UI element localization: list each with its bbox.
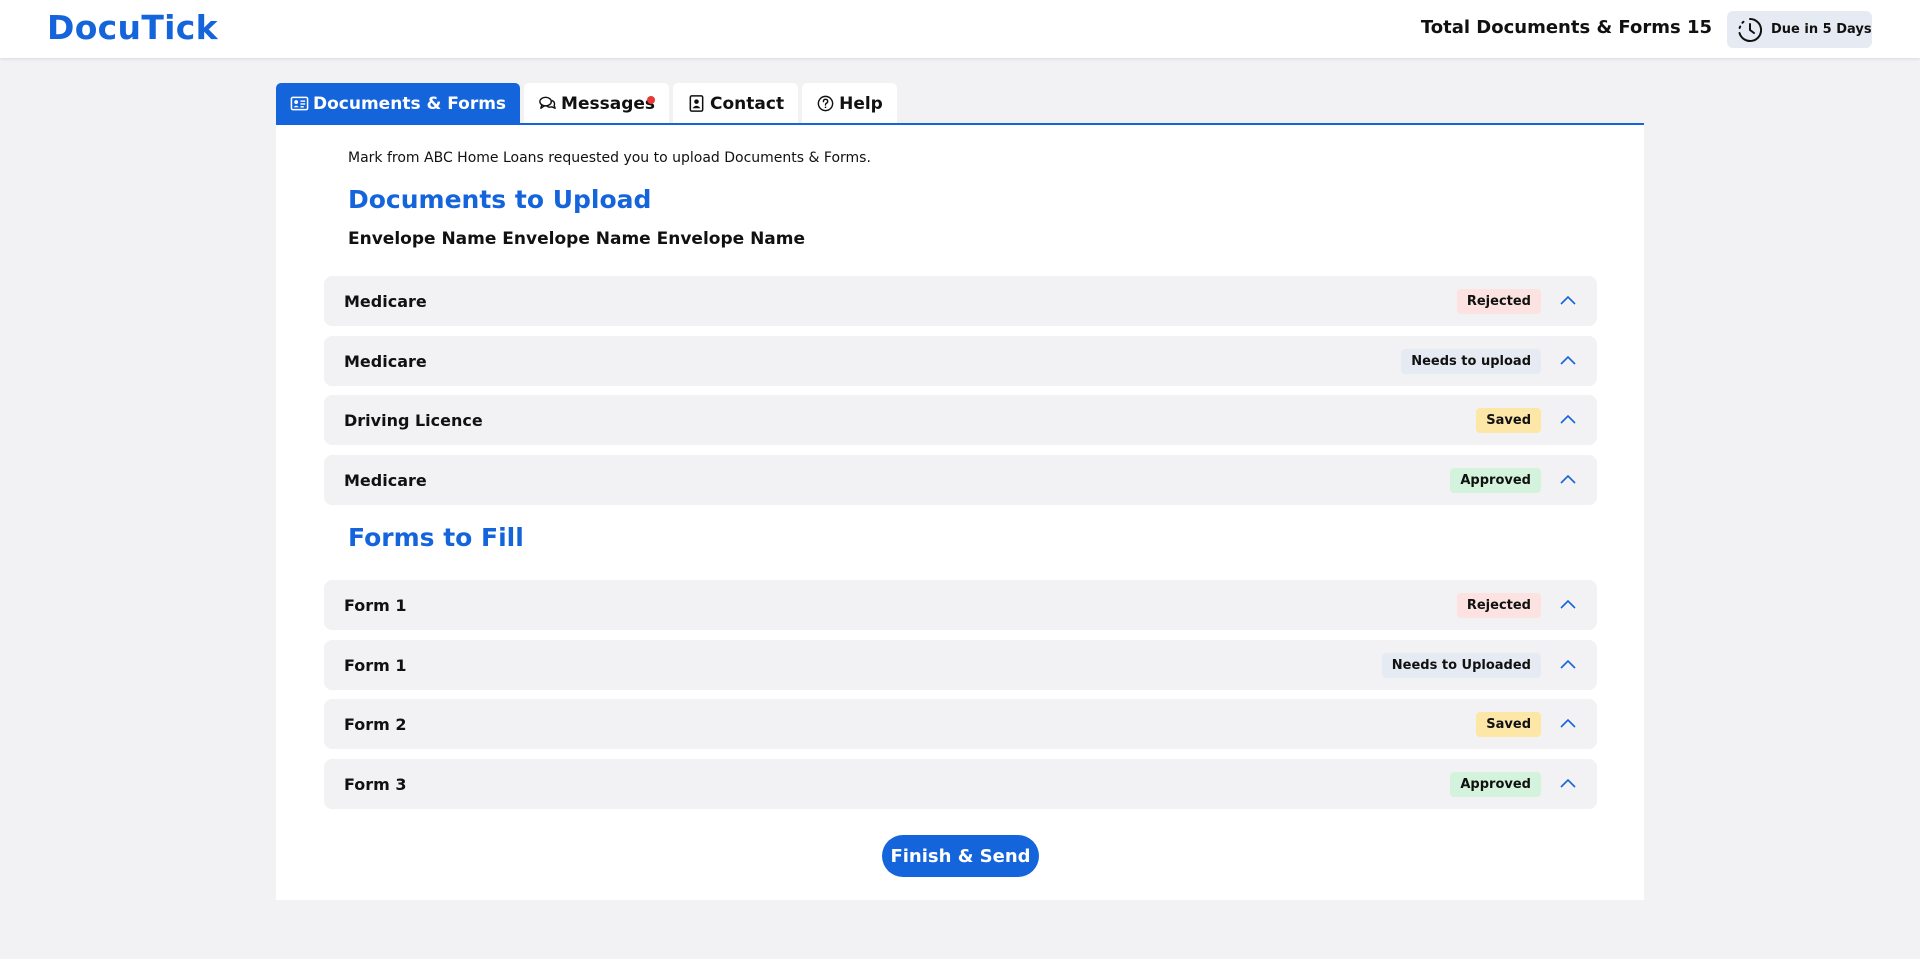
documents-heading: Documents to Upload (348, 185, 652, 214)
chevron-up-icon[interactable] (1559, 596, 1577, 614)
due-date-label: Due in 5 Days (1771, 22, 1872, 37)
form-name: Form 3 (344, 774, 407, 794)
form-name: Form 1 (344, 595, 407, 615)
forms-heading: Forms to Fill (348, 523, 524, 552)
app-logo[interactable]: DocuTick (47, 8, 218, 47)
chat-icon (539, 96, 556, 109)
document-row[interactable]: Medicare Needs to upload (324, 336, 1597, 386)
envelope-name: Envelope Name Envelope Name Envelope Nam… (348, 229, 806, 249)
status-badge: Needs to Uploaded (1381, 652, 1541, 678)
finish-send-button[interactable]: Finish & Send (882, 835, 1039, 877)
form-row[interactable]: Form 2 Saved (324, 699, 1597, 749)
document-row[interactable]: Driving Licence Saved (324, 395, 1597, 445)
contact-card-icon (689, 95, 704, 112)
status-badge: Rejected (1456, 288, 1541, 314)
status-badge: Rejected (1456, 592, 1541, 618)
form-row[interactable]: Form 1 Rejected (324, 580, 1597, 630)
status-badge: Saved (1476, 407, 1541, 433)
status-badge: Needs to upload (1401, 348, 1541, 374)
app-header: DocuTick Total Documents & Forms 15 Due … (0, 0, 1920, 58)
chevron-up-icon[interactable] (1559, 715, 1577, 733)
tab-label: Contact (710, 93, 785, 114)
status-badge: Approved (1450, 467, 1541, 493)
chevron-up-icon[interactable] (1559, 352, 1577, 370)
notification-dot (647, 96, 656, 104)
tab-documents-forms[interactable]: Documents & Forms (276, 83, 521, 124)
form-name: Form 2 (344, 714, 407, 734)
tab-contact[interactable]: Contact (673, 83, 799, 124)
chevron-up-icon[interactable] (1559, 411, 1577, 429)
chevron-up-icon[interactable] (1559, 656, 1577, 674)
tab-messages[interactable]: Messages (524, 83, 670, 124)
request-intro: Mark from ABC Home Loans requested you t… (348, 150, 871, 166)
document-row[interactable]: Medicare Approved (324, 455, 1597, 505)
form-row[interactable]: Form 3 Approved (324, 759, 1597, 809)
status-badge: Approved (1450, 771, 1541, 797)
document-row[interactable]: Medicare Rejected (324, 276, 1597, 326)
document-name: Driving Licence (344, 410, 483, 430)
chevron-up-icon[interactable] (1559, 292, 1577, 310)
documents-forms-panel: Mark from ABC Home Loans requested you t… (276, 125, 1644, 900)
tab-label: Help (839, 93, 883, 114)
document-name: Medicare (344, 470, 427, 490)
due-date-badge: Due in 5 Days (1727, 11, 1872, 48)
tab-label: Messages (561, 93, 656, 114)
form-row[interactable]: Form 1 Needs to Uploaded (324, 640, 1597, 690)
id-card-icon (290, 96, 309, 111)
clock-icon (1738, 17, 1763, 42)
status-badge: Saved (1476, 711, 1541, 737)
form-name: Form 1 (344, 655, 407, 675)
chevron-up-icon[interactable] (1559, 775, 1577, 793)
document-name: Medicare (344, 291, 427, 311)
tab-help[interactable]: Help (802, 83, 897, 124)
chevron-up-icon[interactable] (1559, 471, 1577, 489)
question-circle-icon (817, 95, 834, 112)
tab-label: Documents & Forms (313, 93, 507, 114)
tab-bar: Documents & Forms Messages Contact Help (276, 83, 901, 124)
total-documents-count: Total Documents & Forms 15 (1420, 17, 1712, 38)
document-name: Medicare (344, 351, 427, 371)
